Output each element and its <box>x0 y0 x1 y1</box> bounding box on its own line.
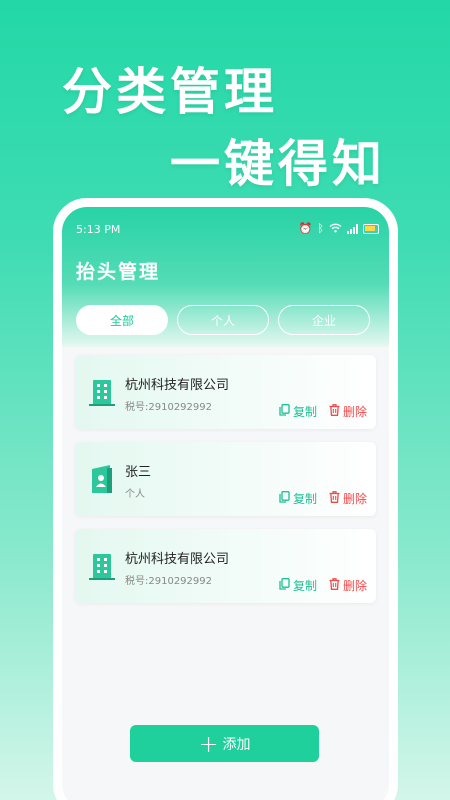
phone-frame: 5:13 PM ⏰ ᛒ 抬头管理 全部 个人 企业 杭州科技有限公司 税号:29… <box>53 198 398 800</box>
plus-icon: + <box>198 729 219 758</box>
trash-icon <box>329 404 340 419</box>
page-title: 抬头管理 <box>76 261 161 283</box>
building-icon <box>89 377 115 407</box>
add-button-label: 添加 <box>222 736 251 753</box>
signal-icon <box>347 224 358 234</box>
promo-headline-2: 一键得知 <box>170 135 386 193</box>
tab-personal[interactable]: 个人 <box>177 305 269 335</box>
delete-button[interactable]: 删除 <box>329 577 367 594</box>
card-subtitle: 个人 <box>125 489 145 500</box>
add-button[interactable]: + 添加 <box>130 725 319 762</box>
card-actions: 复制 删除 <box>279 577 367 594</box>
tab-enterprise[interactable]: 企业 <box>278 305 370 335</box>
copy-label: 复制 <box>292 405 317 419</box>
delete-label: 删除 <box>342 405 367 419</box>
alarm-icon: ⏰ <box>298 222 313 235</box>
battery-icon <box>363 224 379 234</box>
promo-headline-1: 分类管理 <box>62 63 278 121</box>
invoice-title-list: 杭州科技有限公司 税号:2910292992 复制 删除 张三 个人 复制 删除… <box>75 355 376 616</box>
card-subtitle: 税号:2910292992 <box>125 402 212 413</box>
copy-button[interactable]: 复制 <box>279 403 317 420</box>
page-header: 5:13 PM ⏰ ᛒ 抬头管理 全部 个人 企业 <box>62 207 389 347</box>
delete-button[interactable]: 删除 <box>329 490 367 507</box>
list-item[interactable]: 杭州科技有限公司 税号:2910292992 复制 删除 <box>75 529 376 603</box>
delete-label: 删除 <box>342 492 367 506</box>
person-id-icon <box>89 464 115 494</box>
copy-icon <box>279 404 290 419</box>
copy-label: 复制 <box>292 492 317 506</box>
copy-button[interactable]: 复制 <box>279 577 317 594</box>
copy-icon <box>279 491 290 506</box>
card-actions: 复制 删除 <box>279 403 367 420</box>
trash-icon <box>329 491 340 506</box>
copy-label: 复制 <box>292 579 317 593</box>
card-subtitle: 税号:2910292992 <box>125 576 212 587</box>
status-bar: 5:13 PM ⏰ ᛒ <box>76 221 379 237</box>
list-item[interactable]: 杭州科技有限公司 税号:2910292992 复制 删除 <box>75 355 376 429</box>
wifi-icon <box>329 223 342 236</box>
card-actions: 复制 删除 <box>279 490 367 507</box>
delete-label: 删除 <box>342 579 367 593</box>
tab-all[interactable]: 全部 <box>76 305 168 335</box>
status-time: 5:13 PM <box>76 222 121 236</box>
bluetooth-icon: ᛒ <box>317 222 324 235</box>
card-title: 张三 <box>125 465 152 480</box>
copy-button[interactable]: 复制 <box>279 490 317 507</box>
building-icon <box>89 551 115 581</box>
card-title: 杭州科技有限公司 <box>125 378 230 393</box>
trash-icon <box>329 578 340 593</box>
copy-icon <box>279 578 290 593</box>
delete-button[interactable]: 删除 <box>329 403 367 420</box>
filter-tabs: 全部 个人 企业 <box>76 305 370 335</box>
list-item[interactable]: 张三 个人 复制 删除 <box>75 442 376 516</box>
card-title: 杭州科技有限公司 <box>125 552 230 567</box>
status-icons: ⏰ ᛒ <box>299 223 379 236</box>
